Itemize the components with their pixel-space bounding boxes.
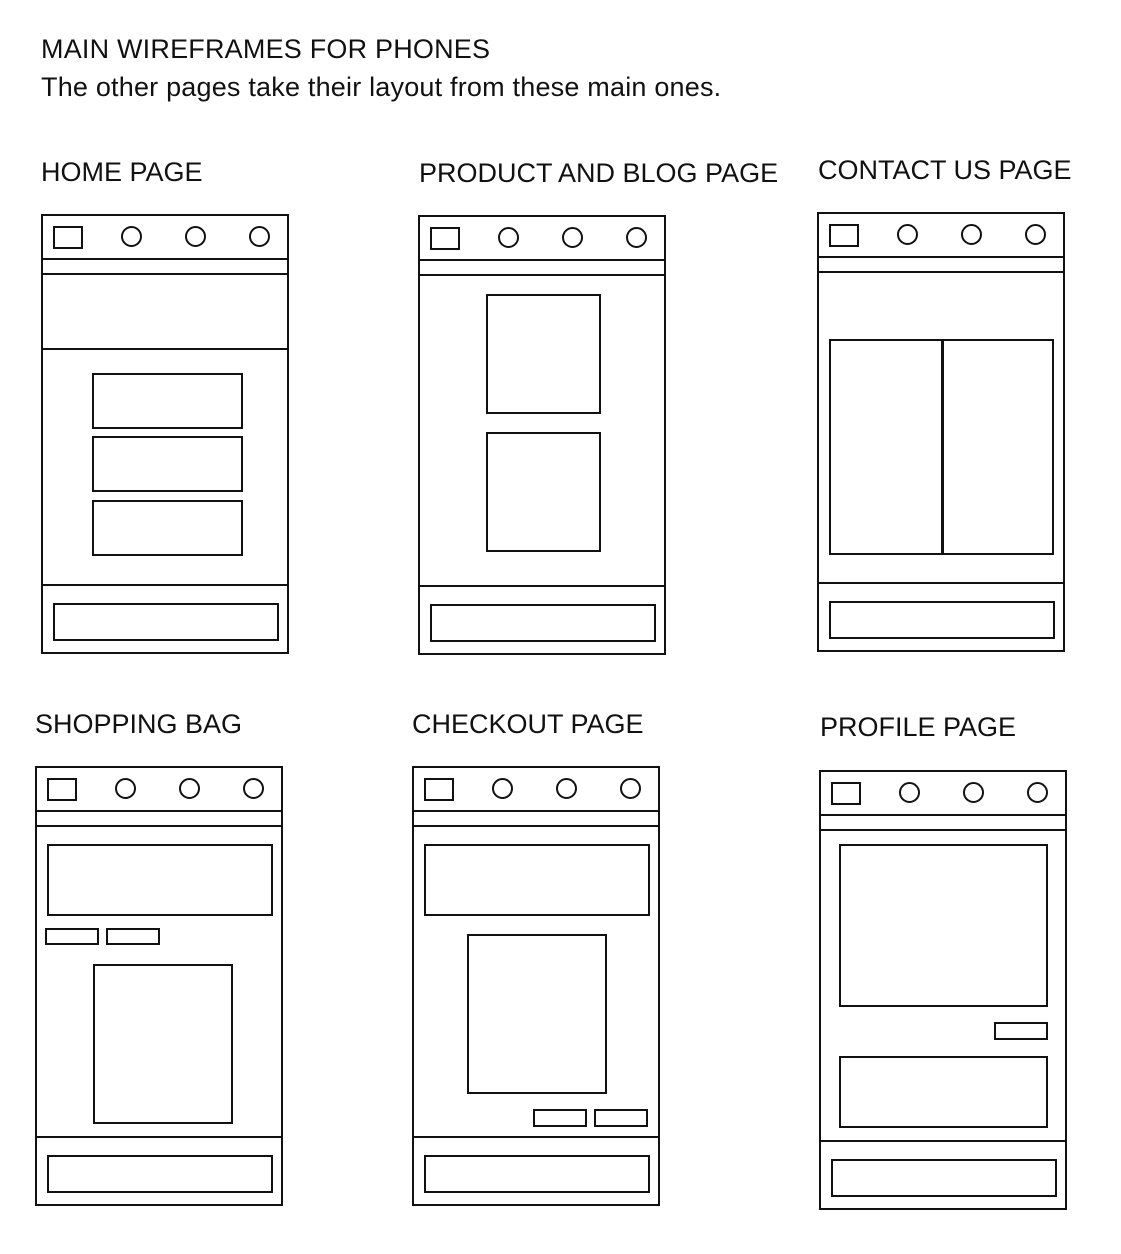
small-button-placeholder	[106, 928, 160, 945]
nav-icon	[899, 782, 920, 803]
nav-icon	[961, 224, 982, 245]
profile-image-block	[839, 844, 1048, 1007]
wireframe-label-shopping-bag: SHOPPING BAG	[35, 709, 243, 739]
nav-icon	[121, 226, 142, 247]
nav-bar	[43, 216, 287, 260]
sub-nav-bar	[819, 258, 1063, 273]
nav-icon	[115, 778, 136, 799]
footer-bar	[47, 1155, 273, 1193]
footer	[414, 1136, 658, 1204]
page-heading: MAIN WIREFRAMES FOR PHONES The other pag…	[41, 30, 721, 106]
nav-bar	[414, 768, 658, 812]
logo-placeholder	[829, 224, 859, 247]
wireframe-label-checkout: CHECKOUT PAGE	[412, 709, 644, 739]
nav-icon	[243, 778, 264, 799]
wireframe-profile	[819, 770, 1067, 1210]
content-card	[92, 436, 243, 492]
nav-icon	[492, 778, 513, 799]
content-card	[92, 373, 243, 429]
small-button-placeholder	[45, 928, 99, 945]
wireframe-checkout	[412, 766, 660, 1206]
hero-banner	[41, 273, 289, 350]
footer	[819, 582, 1063, 650]
nav-bar	[420, 217, 664, 261]
wireframe-home	[41, 214, 289, 654]
nav-icon	[556, 778, 577, 799]
sub-nav-bar	[420, 261, 664, 276]
sub-nav-bar	[414, 812, 658, 827]
logo-placeholder	[53, 226, 83, 249]
wireframe-label-profile: PROFILE PAGE	[820, 712, 1017, 742]
nav-icon	[1027, 782, 1048, 803]
payment-form-block	[467, 934, 607, 1094]
wireframe-contact	[817, 212, 1065, 652]
wireframe-label-product-blog: PRODUCT AND BLOG PAGE	[419, 158, 779, 188]
sub-nav-bar	[37, 812, 281, 827]
page-title: MAIN WIREFRAMES FOR PHONES	[41, 34, 491, 64]
item-list-block	[93, 964, 233, 1124]
nav-icon	[626, 227, 647, 248]
nav-bar	[819, 214, 1063, 258]
nav-icon	[620, 778, 641, 799]
small-button-placeholder	[594, 1109, 648, 1127]
content-block	[486, 432, 601, 552]
nav-bar	[37, 768, 281, 812]
nav-icon	[179, 778, 200, 799]
footer	[37, 1136, 281, 1204]
order-summary-block	[424, 844, 650, 916]
wireframe-label-contact: CONTACT US PAGE	[818, 155, 1072, 185]
contact-form-panel	[941, 339, 1054, 555]
footer-bar	[829, 601, 1055, 639]
logo-placeholder	[424, 778, 454, 801]
wireframe-shopping-bag	[35, 766, 283, 1206]
content-block	[486, 294, 601, 414]
logo-placeholder	[430, 227, 460, 250]
nav-icon	[897, 224, 918, 245]
footer-bar	[831, 1159, 1057, 1197]
sub-nav-bar	[821, 816, 1065, 831]
footer-bar	[424, 1155, 650, 1193]
nav-icon	[185, 226, 206, 247]
footer	[821, 1140, 1065, 1208]
wireframe-label-home: HOME PAGE	[41, 157, 203, 187]
footer	[43, 584, 287, 652]
nav-icon	[963, 782, 984, 803]
logo-placeholder	[47, 778, 77, 801]
nav-icon	[1025, 224, 1046, 245]
nav-icon	[249, 226, 270, 247]
content-card	[92, 500, 243, 556]
small-button-placeholder	[533, 1109, 587, 1127]
nav-icon	[562, 227, 583, 248]
contact-info-panel	[829, 339, 944, 555]
bag-summary-block	[47, 844, 273, 916]
footer-bar	[53, 603, 279, 641]
small-button-placeholder	[994, 1022, 1048, 1040]
wireframe-product-blog	[418, 215, 666, 655]
logo-placeholder	[831, 782, 861, 805]
nav-bar	[821, 772, 1065, 816]
profile-details-block	[839, 1056, 1048, 1128]
nav-icon	[498, 227, 519, 248]
footer-bar	[430, 604, 656, 642]
page-subtitle: The other pages take their layout from t…	[41, 72, 722, 102]
footer	[420, 585, 664, 653]
